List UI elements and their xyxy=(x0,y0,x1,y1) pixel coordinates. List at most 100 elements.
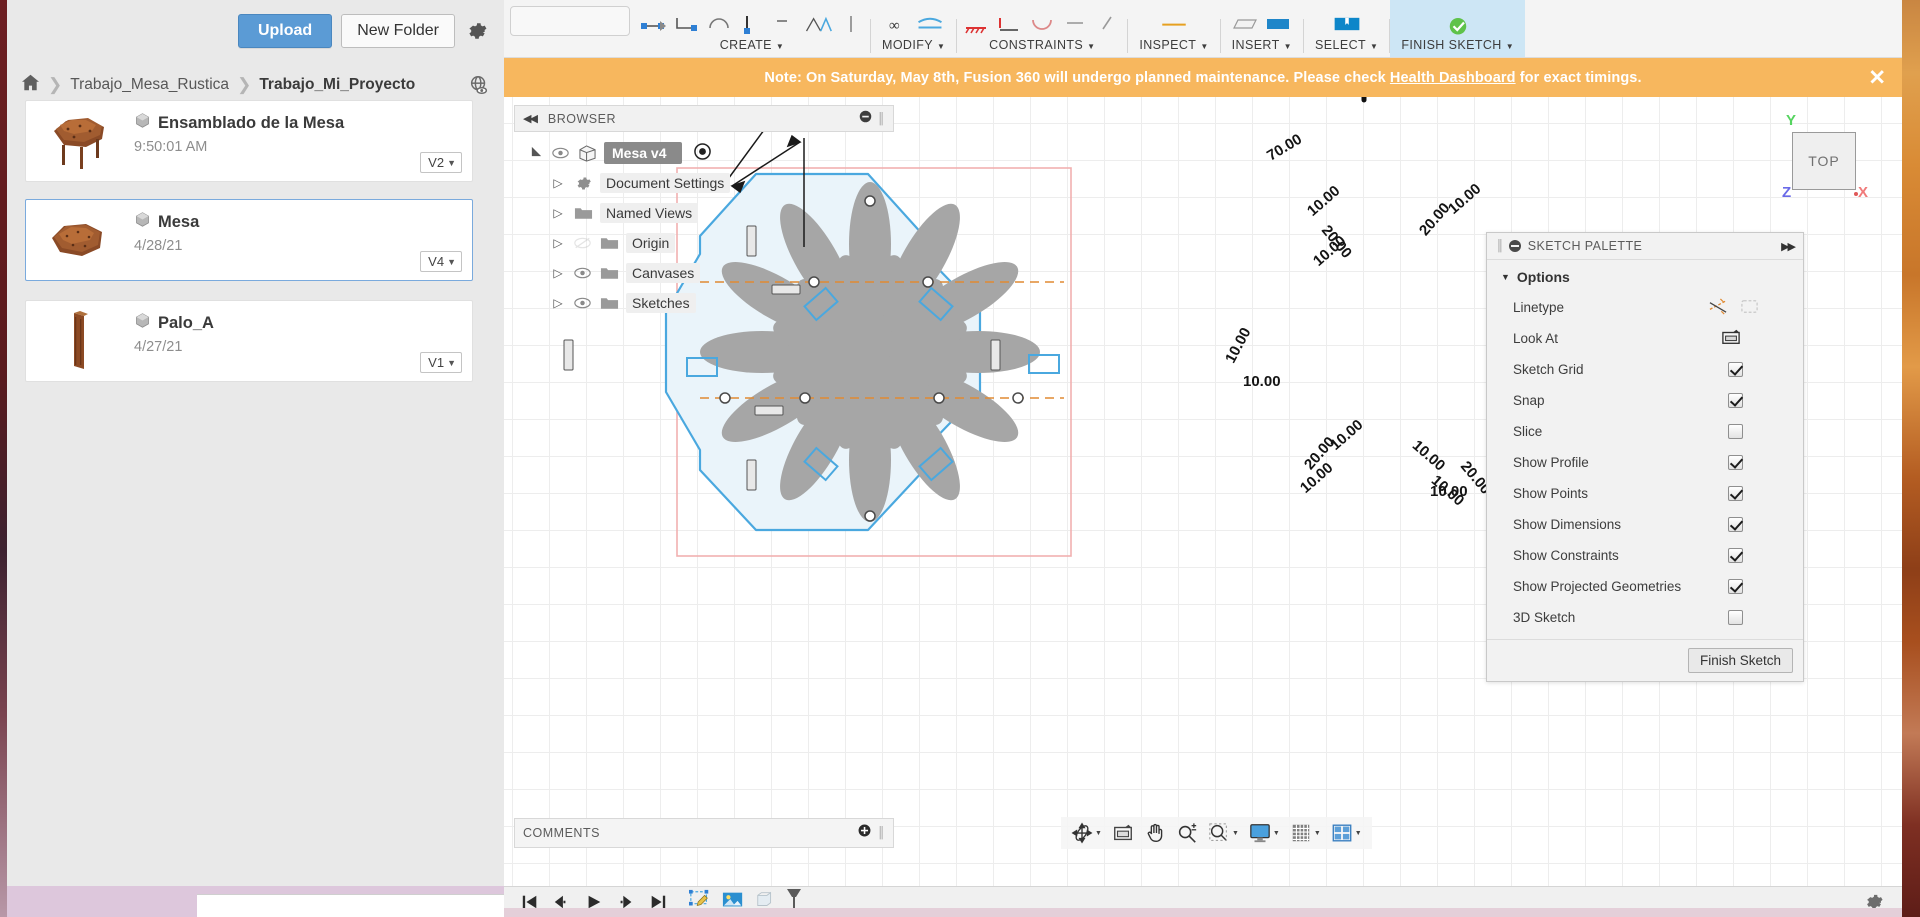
circle-icon[interactable] xyxy=(704,4,734,36)
checkbox-sketch-grid[interactable] xyxy=(1728,362,1743,377)
file-card-2[interactable]: Palo_A 4/27/21 V1 ▼ xyxy=(25,300,473,382)
palette-row-show-points[interactable]: Show Points xyxy=(1487,478,1803,509)
palette-minimize-icon[interactable] xyxy=(1508,240,1521,252)
trim-icon[interactable] xyxy=(803,4,833,36)
look-at-icon[interactable] xyxy=(1108,817,1138,849)
checkbox-show-dimensions[interactable] xyxy=(1728,517,1743,532)
double-left-arrow-icon[interactable]: ◀◀ xyxy=(523,112,538,125)
palette-grip[interactable]: ║ xyxy=(1496,240,1504,252)
close-icon[interactable]: ✕ xyxy=(1868,67,1886,88)
palette-row-look-at[interactable]: Look At xyxy=(1487,323,1803,354)
tree-row-canvases[interactable]: ▷ Canvases xyxy=(514,258,894,288)
checkbox-slice[interactable] xyxy=(1728,424,1743,439)
orbit-icon[interactable]: ▼ xyxy=(1067,817,1106,849)
checkbox-3d-sketch[interactable] xyxy=(1728,610,1743,625)
trim-extend-icon[interactable] xyxy=(915,4,945,36)
toolbar-group-modify[interactable]: ∞ MODIFY ▼ xyxy=(871,0,956,57)
palette-row-linetype[interactable]: Linetype xyxy=(1487,292,1803,323)
checkbox-snap[interactable] xyxy=(1728,393,1743,408)
toolbar-group-constraints[interactable]: CONSTRAINTS ▼ xyxy=(957,0,1127,57)
palette-row-show-dimensions[interactable]: Show Dimensions xyxy=(1487,509,1803,540)
version-chip-2[interactable]: V1 ▼ xyxy=(420,352,462,373)
double-right-arrow-icon[interactable]: ▶▶ xyxy=(1781,240,1796,253)
expand-triangle-icon[interactable]: ▷ xyxy=(550,236,566,250)
gear-icon[interactable] xyxy=(464,18,490,44)
toolbar-group-inspect[interactable]: INSPECT ▼ xyxy=(1128,0,1219,57)
tree-row-origin[interactable]: ▷ Origin xyxy=(514,228,894,258)
comments-grip[interactable]: ║ xyxy=(877,827,885,839)
visibility-eye-icon[interactable] xyxy=(572,267,592,279)
file-card-1[interactable]: Mesa 4/28/21 V4 ▼ xyxy=(25,199,473,281)
toolbar-label-create[interactable]: CREATE ▼ xyxy=(713,36,792,57)
file-card-0[interactable]: Ensamblado de la Mesa 9:50:01 AM V2 ▼ xyxy=(25,100,473,182)
rectangle-icon[interactable] xyxy=(671,4,701,36)
fix-constraint-icon[interactable] xyxy=(961,4,991,36)
add-comment-icon[interactable] xyxy=(858,824,871,842)
new-folder-button[interactable]: New Folder xyxy=(341,14,455,48)
palette-row-sketch-grid[interactable]: Sketch Grid xyxy=(1487,354,1803,385)
grid-snaps-icon[interactable]: ▼ xyxy=(1286,817,1325,849)
view-cube[interactable]: Y Z X TOP xyxy=(1762,112,1872,208)
toolbar-label-inspect[interactable]: INSPECT ▼ xyxy=(1132,36,1215,57)
tree-row-sketches[interactable]: ▷ Sketches xyxy=(514,288,894,318)
visibility-eye-icon[interactable] xyxy=(550,147,570,159)
palette-row-show-constraints[interactable]: Show Constraints xyxy=(1487,540,1803,571)
upload-button[interactable]: Upload xyxy=(237,14,333,48)
visibility-hidden-icon[interactable] xyxy=(572,237,592,249)
display-settings-icon[interactable]: ▼ xyxy=(1245,817,1284,849)
expand-triangle-icon[interactable]: ▷ xyxy=(550,206,566,220)
breadcrumb-item-1[interactable]: Trabajo_Mi_Proyecto xyxy=(259,76,415,94)
palette-row-slice[interactable]: Slice xyxy=(1487,416,1803,447)
arc-icon[interactable] xyxy=(770,4,800,36)
design-canvas[interactable]: 70.00 10.00 20.00 10.00 10.00 20.00 10.00 10.00… xyxy=(504,0,1902,886)
palette-row-show-projected-geometries[interactable]: Show Projected Geometries xyxy=(1487,571,1803,602)
fillet-icon[interactable]: ∞ xyxy=(882,4,912,36)
insert-canvas-icon[interactable] xyxy=(1230,4,1260,36)
construction-line-icon[interactable] xyxy=(1709,297,1728,319)
toolbar-group-insert[interactable]: INSERT ▼ xyxy=(1221,0,1303,57)
home-icon[interactable] xyxy=(21,74,40,96)
globe-eye-icon[interactable] xyxy=(468,72,492,98)
sketch-palette-options-header[interactable]: ▼ Options xyxy=(1487,260,1803,292)
version-chip-0[interactable]: V2 ▼ xyxy=(420,152,462,173)
equal-constraint-icon[interactable] xyxy=(1060,4,1090,36)
collapse-triangle-icon[interactable] xyxy=(528,145,544,161)
toolbar-label-select[interactable]: SELECT ▼ xyxy=(1308,36,1385,57)
palette-row-snap[interactable]: Snap xyxy=(1487,385,1803,416)
health-dashboard-link[interactable]: Health Dashboard xyxy=(1390,70,1516,86)
checkbox-show-projected-geometries[interactable] xyxy=(1728,579,1743,594)
expand-triangle-icon[interactable]: ▷ xyxy=(550,296,566,310)
toolbar-group-select[interactable]: SELECT ▼ xyxy=(1304,0,1389,57)
browser-minus-icon[interactable] xyxy=(859,110,872,128)
toolbar-group-finish-sketch[interactable]: FINISH SKETCH ▼ xyxy=(1390,0,1526,57)
finish-sketch-button[interactable]: Finish Sketch xyxy=(1687,648,1793,673)
palette-row-3d-sketch[interactable]: 3D Sketch xyxy=(1487,602,1803,633)
viewports-icon[interactable]: ▼ xyxy=(1327,817,1366,849)
measure-icon[interactable] xyxy=(1159,4,1189,36)
look-at-icon[interactable] xyxy=(1721,328,1741,349)
pan-hand-icon[interactable] xyxy=(1140,817,1170,849)
toolbar-label-constraints[interactable]: CONSTRAINTS ▼ xyxy=(982,36,1102,57)
line-icon[interactable] xyxy=(638,4,668,36)
breadcrumb-item-0[interactable]: Trabajo_Mesa_Rustica xyxy=(70,76,229,94)
tree-row-document-settings[interactable]: ▷ Document Settings xyxy=(514,168,894,198)
view-cube-top-face[interactable]: TOP xyxy=(1792,132,1856,190)
visibility-eye-icon[interactable] xyxy=(572,297,592,309)
zoom-icon[interactable] xyxy=(1172,817,1202,849)
checkbox-show-points[interactable] xyxy=(1728,486,1743,501)
checkbox-show-constraints[interactable] xyxy=(1728,548,1743,563)
toolbar-label-finish-sketch[interactable]: FINISH SKETCH ▼ xyxy=(1394,36,1521,57)
activate-component-icon[interactable] xyxy=(694,143,712,163)
toolbar-label-insert[interactable]: INSERT ▼ xyxy=(1225,36,1299,57)
tree-row-named-views[interactable]: ▷ Named Views xyxy=(514,198,894,228)
comments-panel-header[interactable]: COMMENTS ║ xyxy=(514,818,894,848)
zoom-window-icon[interactable]: ▼ xyxy=(1204,817,1243,849)
toolbar-sketch-name-box[interactable]: x xyxy=(504,0,634,57)
dimension-icon[interactable] xyxy=(737,4,767,36)
tangent-constraint-icon[interactable] xyxy=(1027,4,1057,36)
tree-row-root[interactable]: Mesa v4 xyxy=(514,138,894,168)
sketch-dimension-8[interactable]: 10.00 xyxy=(1243,373,1281,390)
finish-sketch-check-icon[interactable] xyxy=(1443,4,1473,36)
browser-grip[interactable]: ║ xyxy=(877,113,885,125)
toolbar-group-create[interactable]: CREATE ▼ xyxy=(634,0,870,57)
